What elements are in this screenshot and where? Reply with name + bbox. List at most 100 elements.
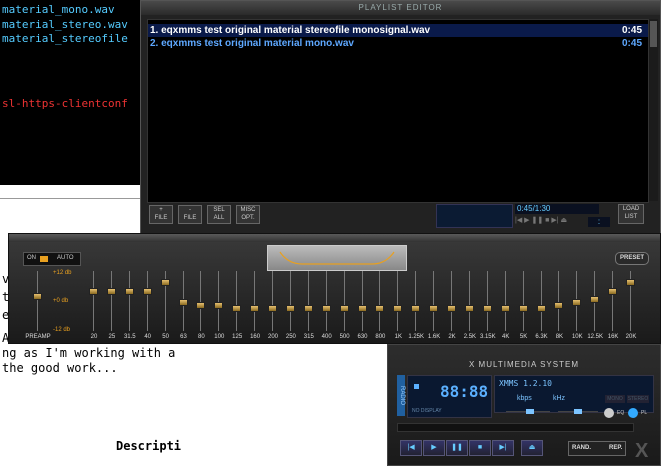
shuffle-button[interactable]: RAND. — [572, 442, 591, 455]
eq-auto-label: AUTO — [57, 255, 74, 261]
play-button[interactable]: ▶ — [423, 440, 445, 456]
slider-knob[interactable] — [232, 305, 242, 312]
select-all-button[interactable]: SEL ALL — [207, 205, 231, 224]
slider-knob[interactable] — [321, 305, 331, 312]
slider-track — [128, 271, 130, 331]
slider-knob[interactable] — [626, 279, 635, 286]
playlist-list[interactable]: 1. eqxmms test original material stereof… — [147, 19, 649, 203]
db-label: +12 db — [53, 270, 72, 276]
eq-on-auto-toggle[interactable]: ON AUTO — [23, 252, 81, 266]
slider-knob[interactable] — [482, 305, 492, 312]
song-title: XMMS 1.2.10 — [499, 379, 552, 388]
shuffle-repeat-buttons: RAND. REP. — [568, 441, 626, 456]
slider-knob[interactable] — [268, 305, 277, 312]
remove-file-button[interactable]: - FILE — [178, 205, 202, 224]
slider-knob[interactable] — [518, 305, 528, 312]
slider-track — [504, 271, 506, 331]
slider-knob[interactable] — [106, 288, 116, 295]
pause-icon: ❚❚ — [451, 444, 463, 451]
terminal-line: sl-https-clientconf — [2, 97, 128, 110]
load-list-button[interactable]: LOAD LIST — [618, 204, 644, 224]
slider-knob[interactable] — [536, 305, 546, 312]
document-line: ng as I'm working with a — [2, 346, 176, 360]
equalizer-titlebar[interactable] — [9, 234, 660, 242]
playlist-scrollbar[interactable] — [649, 19, 658, 201]
eq-on-indicator — [40, 256, 48, 262]
slider-track — [343, 271, 345, 331]
band-label: 20K — [625, 334, 637, 340]
slider-knob[interactable] — [285, 305, 295, 312]
slider-knob[interactable] — [196, 302, 206, 309]
slider-knob[interactable] — [411, 305, 421, 312]
slider-track — [522, 271, 524, 331]
slider-knob[interactable] — [303, 305, 313, 312]
time-display[interactable]: 88:88 NO DISPLAY — [407, 375, 492, 418]
balance-knob[interactable] — [574, 409, 582, 414]
slider-knob[interactable] — [33, 293, 42, 300]
eq-curve — [279, 251, 395, 265]
button-label: ALL — [213, 215, 225, 221]
playlist-title[interactable]: PLAYLIST EDITOR — [141, 1, 660, 15]
slider-knob[interactable] — [429, 305, 439, 312]
slider-knob[interactable] — [500, 305, 510, 312]
eq-toggle-label: EQ — [617, 410, 625, 416]
seek-bar[interactable] — [397, 423, 634, 432]
button-symbol: + — [159, 207, 163, 213]
slider-track — [468, 271, 470, 331]
balance-slider[interactable] — [558, 409, 598, 416]
slider-knob[interactable] — [214, 302, 224, 309]
slider-knob[interactable] — [464, 305, 474, 312]
add-file-button[interactable]: + FILE — [149, 205, 173, 224]
slider-knob[interactable] — [160, 279, 170, 286]
slider-track — [612, 271, 614, 331]
slider-knob[interactable] — [339, 305, 349, 312]
playlist-toggle-button[interactable] — [628, 408, 638, 418]
volume-slider[interactable] — [506, 409, 550, 416]
slider-track — [254, 271, 256, 331]
button-label: FILE — [183, 215, 197, 221]
eq-toggle-button[interactable] — [604, 408, 614, 418]
button-label: FILE — [154, 215, 168, 221]
playlist-position: : — [588, 217, 610, 227]
player-title[interactable]: X MULTIMEDIA SYSTEM — [388, 360, 660, 372]
prev-button[interactable]: |◀ — [400, 440, 422, 456]
scrollbar-thumb[interactable] — [650, 21, 657, 47]
eq-preset-button[interactable]: PRESET — [615, 252, 649, 265]
repeat-button[interactable]: REP. — [609, 442, 622, 455]
slider-knob[interactable] — [554, 302, 564, 309]
stop-button[interactable]: ■ — [469, 440, 491, 456]
playlist-item[interactable]: 2. eqxmms test original material mono.wa… — [148, 37, 648, 50]
slider-knob[interactable] — [178, 299, 188, 306]
slider-track — [361, 271, 363, 331]
slider-track — [325, 271, 327, 331]
slider-knob[interactable] — [608, 288, 618, 295]
slider-knob[interactable] — [393, 305, 403, 312]
slider-knob[interactable] — [357, 305, 367, 312]
slider-knob[interactable] — [375, 305, 385, 312]
slider-knob[interactable] — [142, 288, 152, 295]
db-label: -12 db — [53, 327, 71, 333]
slider-knob[interactable] — [250, 305, 260, 312]
misc-options-button[interactable]: MISC OPT. — [236, 205, 260, 224]
slider-track — [415, 271, 417, 331]
slider-knob[interactable] — [124, 288, 134, 295]
xmms-logo: X — [635, 440, 649, 462]
document-line: the good work... — [2, 361, 118, 375]
eject-button[interactable]: ⏏ — [521, 440, 543, 456]
slider-track — [433, 271, 435, 331]
volume-knob[interactable] — [526, 409, 534, 414]
next-button[interactable]: ▶| — [492, 440, 514, 456]
slider-knob[interactable] — [572, 299, 582, 306]
slider-knob[interactable] — [590, 296, 600, 303]
playlist-item[interactable]: 1. eqxmms test original material stereof… — [148, 24, 648, 37]
next-icon: ▶| — [499, 444, 507, 451]
playlist-mini-controls[interactable]: |◀ ▶ ❚❚ ■ ▶| ⏏ — [515, 216, 585, 226]
slider-knob[interactable] — [89, 288, 98, 295]
kbps-label: kbps — [517, 395, 532, 402]
equalizer-window: ON AUTO PRESET +12 db +0 db -12 db PREAM… — [8, 233, 661, 344]
slider-track — [307, 271, 309, 331]
pause-button[interactable]: ❚❚ — [446, 440, 468, 456]
slider-knob[interactable] — [447, 305, 456, 312]
playlist-toggle-label: PL — [641, 410, 648, 416]
slider-track — [37, 271, 38, 331]
